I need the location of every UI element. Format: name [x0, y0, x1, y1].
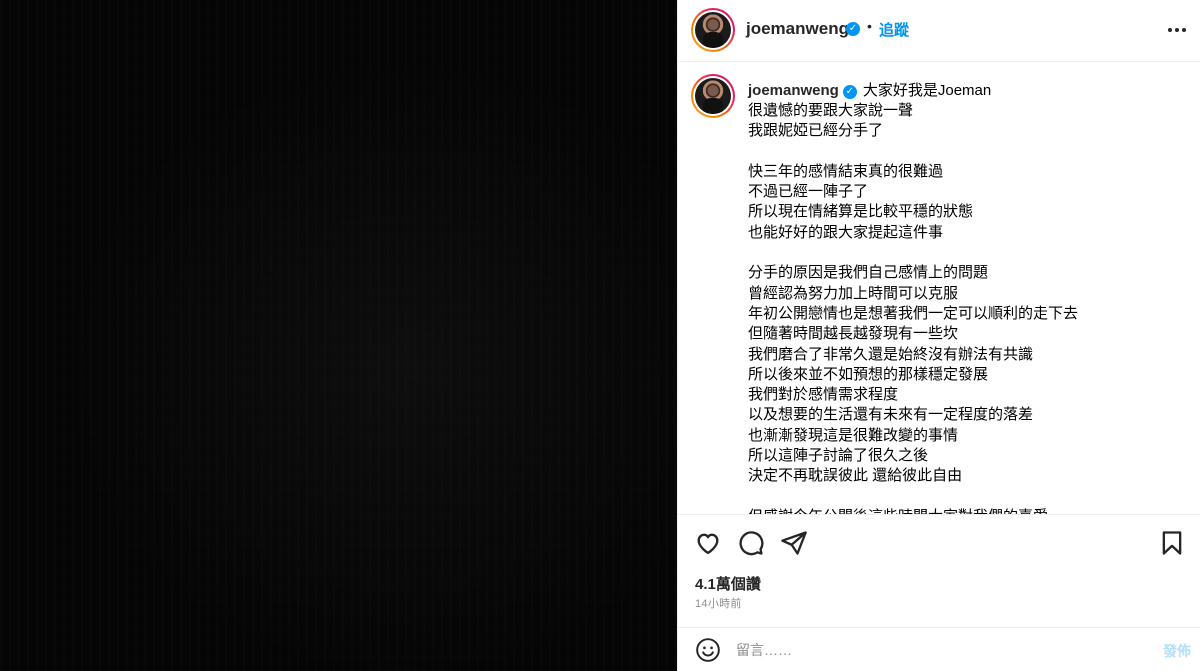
- post-side-panel: joemanweng ✓ • 追蹤 joemanweng ✓ 大家好我是Joeman…: [677, 0, 1200, 671]
- comment-bar: 發佈: [678, 627, 1200, 671]
- separator-dot: •: [867, 18, 872, 34]
- post-comment-button[interactable]: 發佈: [1163, 641, 1191, 661]
- more-options-icon[interactable]: [1165, 18, 1189, 42]
- likes-count[interactable]: 4.1萬個讚: [695, 573, 761, 594]
- caption-body: 很遺憾的要跟大家說一聲 我跟妮婭已經分手了 快三年的感情結束真的很難過 不過已經…: [748, 102, 1079, 514]
- caption-username[interactable]: joemanweng: [748, 82, 839, 99]
- verified-badge-icon: ✓: [842, 85, 857, 99]
- avatar[interactable]: [691, 8, 735, 52]
- smiley-emoji-icon[interactable]: [695, 637, 721, 663]
- caption: joemanweng ✓ 大家好我是Joeman 很遺憾的要跟大家說一聲 我跟妮婭已…: [678, 62, 1200, 514]
- action-bar: [678, 515, 1200, 571]
- share-send-icon[interactable]: [780, 529, 808, 557]
- caption-first-line: 大家好我是Joeman: [862, 82, 992, 99]
- post-timestamp[interactable]: 14小時前: [695, 595, 742, 611]
- comment-icon[interactable]: [737, 529, 765, 557]
- post-media[interactable]: [0, 0, 677, 671]
- post-header: joemanweng ✓ • 追蹤: [678, 0, 1200, 62]
- verified-badge-icon: ✓: [846, 22, 860, 36]
- comment-input[interactable]: [736, 636, 1136, 664]
- follow-button[interactable]: 追蹤: [879, 19, 909, 40]
- media-image: [0, 0, 677, 671]
- caption-header: joemanweng ✓ 大家好我是Joeman: [748, 80, 1185, 101]
- like-heart-icon[interactable]: [694, 529, 722, 557]
- author-username[interactable]: joemanweng: [746, 19, 849, 39]
- bookmark-icon[interactable]: [1158, 529, 1186, 557]
